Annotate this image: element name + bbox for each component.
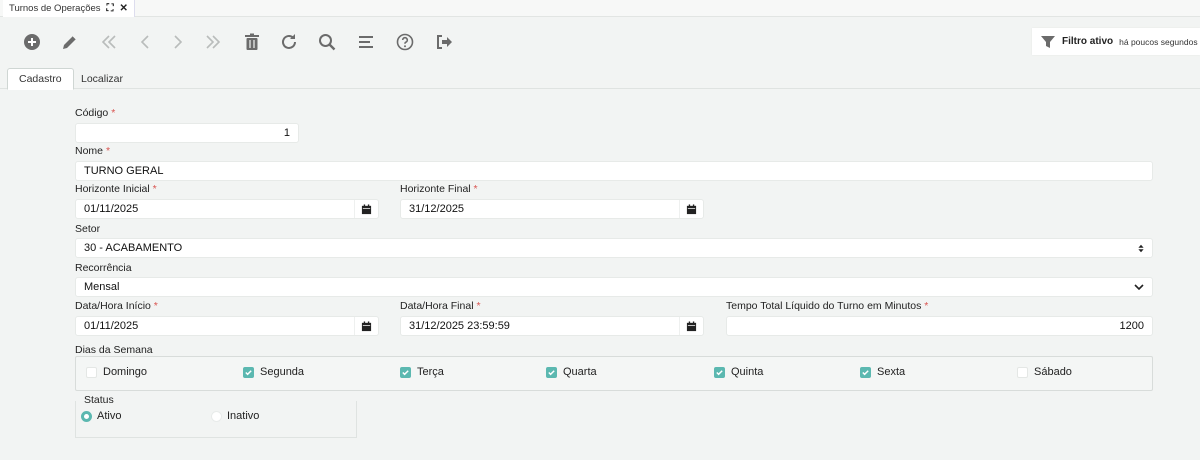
sort-arrows-icon: [1138, 239, 1144, 257]
window-tab-title: Turnos de Operações: [9, 3, 101, 14]
list-button[interactable]: [351, 24, 381, 60]
form-tabs: Cadastro Localizar: [0, 66, 1200, 90]
refresh-button[interactable]: [274, 24, 304, 60]
delete-button[interactable]: [237, 24, 267, 60]
trash-icon: [245, 33, 259, 50]
data-hora-final-field[interactable]: 31/12/2025 23:59:59: [400, 316, 704, 336]
setor-label: Setor: [75, 223, 101, 235]
setor-select[interactable]: 30 - ACABAMENTO: [75, 238, 1153, 258]
codigo-label: Código *: [75, 107, 116, 119]
checkbox-checked-icon: [714, 366, 725, 378]
horizonte-final-label: Horizonte Final *: [400, 183, 478, 195]
tab-localizar[interactable]: Localizar: [70, 68, 134, 90]
checkbox-checked-icon: [243, 366, 254, 378]
first-record-button[interactable]: [94, 24, 124, 60]
checkbox-quarta[interactable]: Quarta: [546, 366, 597, 378]
chevron-right-icon: [174, 35, 183, 49]
nome-field[interactable]: TURNO GERAL: [75, 161, 1153, 181]
checkbox-sabado[interactable]: Sábado: [1017, 366, 1072, 378]
nome-value: TURNO GERAL: [84, 165, 164, 177]
codigo-field[interactable]: 1: [75, 123, 299, 143]
codigo-value: 1: [283, 127, 290, 139]
double-chevron-right-icon: [206, 35, 221, 49]
close-icon[interactable]: ✕: [120, 3, 128, 14]
radio-ativo[interactable]: Ativo: [81, 410, 121, 422]
horizonte-inicial-label: Horizonte Inicial *: [75, 183, 157, 195]
window-tab-strip: Turnos de Operações ⛶ ✕: [0, 0, 1200, 17]
checkbox-quinta[interactable]: Quinta: [714, 366, 763, 378]
filter-icon: [1041, 35, 1055, 48]
maximize-icon[interactable]: ⛶: [107, 3, 114, 14]
sign-out-icon: [437, 35, 452, 49]
filter-label: Filtro ativo: [1062, 36, 1114, 47]
dias-semana-group: Domingo Segunda Terça Quarta Quinta Sext…: [75, 356, 1153, 391]
question-circle-icon: [396, 33, 414, 51]
tempo-total-label: Tempo Total Líquido do Turno em Minutos …: [726, 300, 929, 312]
tab-cadastro[interactable]: Cadastro: [7, 68, 74, 90]
checkbox-checked-icon: [400, 366, 411, 378]
tempo-total-field[interactable]: 1200: [726, 316, 1153, 336]
filter-status[interactable]: Filtro ativo há poucos segundos: [1032, 28, 1200, 55]
tab-label: Cadastro: [19, 73, 62, 85]
next-record-button[interactable]: [163, 24, 193, 60]
horizonte-inicial-value: 01/11/2025: [84, 203, 139, 215]
filter-time: há poucos segundos: [1119, 36, 1198, 47]
radio-selected-icon: [81, 410, 92, 422]
horizonte-final-value: 31/12/2025: [409, 203, 465, 215]
calendar-icon[interactable]: [354, 200, 378, 218]
checkbox-unchecked-icon: [86, 366, 97, 378]
tempo-total-value: 1200: [1119, 320, 1144, 332]
search-icon: [319, 34, 336, 51]
chevron-down-icon: [1134, 278, 1144, 296]
radio-inativo[interactable]: Inativo: [211, 410, 259, 422]
calendar-icon[interactable]: [679, 317, 703, 335]
tab-label: Localizar: [81, 73, 124, 85]
pencil-icon: [63, 35, 77, 49]
data-hora-inicio-field[interactable]: 01/11/2025: [75, 316, 379, 336]
list-icon: [359, 36, 373, 48]
exit-button[interactable]: [429, 24, 459, 60]
help-button[interactable]: [390, 24, 420, 60]
search-button[interactable]: [312, 24, 342, 60]
previous-record-button[interactable]: [130, 24, 160, 60]
radio-unselected-icon: [211, 410, 222, 422]
refresh-icon: [282, 34, 296, 49]
data-hora-final-value: 31/12/2025 23:59:59: [409, 320, 510, 332]
horizonte-inicial-field[interactable]: 01/11/2025: [75, 199, 379, 219]
plus-circle-icon: [24, 34, 40, 50]
recorrencia-label: Recorrência: [75, 262, 132, 274]
checkbox-terca[interactable]: Terça: [400, 366, 444, 378]
calendar-icon[interactable]: [679, 200, 703, 218]
edit-button[interactable]: [55, 24, 85, 60]
data-hora-inicio-label: Data/Hora Início *: [75, 300, 158, 312]
checkbox-unchecked-icon: [1017, 366, 1028, 378]
toolbar: [0, 24, 1000, 62]
checkbox-segunda[interactable]: Segunda: [243, 366, 304, 378]
recorrencia-select[interactable]: Mensal: [75, 277, 1153, 297]
double-chevron-left-icon: [101, 35, 116, 49]
horizonte-final-field[interactable]: 31/12/2025: [400, 199, 704, 219]
last-record-button[interactable]: [198, 24, 228, 60]
add-button[interactable]: [17, 24, 47, 60]
data-hora-final-label: Data/Hora Final *: [400, 300, 481, 312]
checkbox-checked-icon: [860, 366, 871, 378]
data-hora-inicio-value: 01/11/2025: [84, 320, 139, 332]
nome-label: Nome *: [75, 145, 111, 157]
dias-semana-label: Dias da Semana: [75, 344, 153, 356]
checkbox-sexta[interactable]: Sexta: [860, 366, 905, 378]
setor-value: 30 - ACABAMENTO: [84, 242, 183, 254]
checkbox-domingo[interactable]: Domingo: [86, 366, 147, 378]
window-tab[interactable]: Turnos de Operações ⛶ ✕: [3, 0, 135, 17]
calendar-icon[interactable]: [354, 317, 378, 335]
status-label: Status: [83, 394, 115, 406]
chevron-left-icon: [140, 35, 149, 49]
checkbox-checked-icon: [546, 366, 557, 378]
recorrencia-value: Mensal: [84, 281, 120, 293]
